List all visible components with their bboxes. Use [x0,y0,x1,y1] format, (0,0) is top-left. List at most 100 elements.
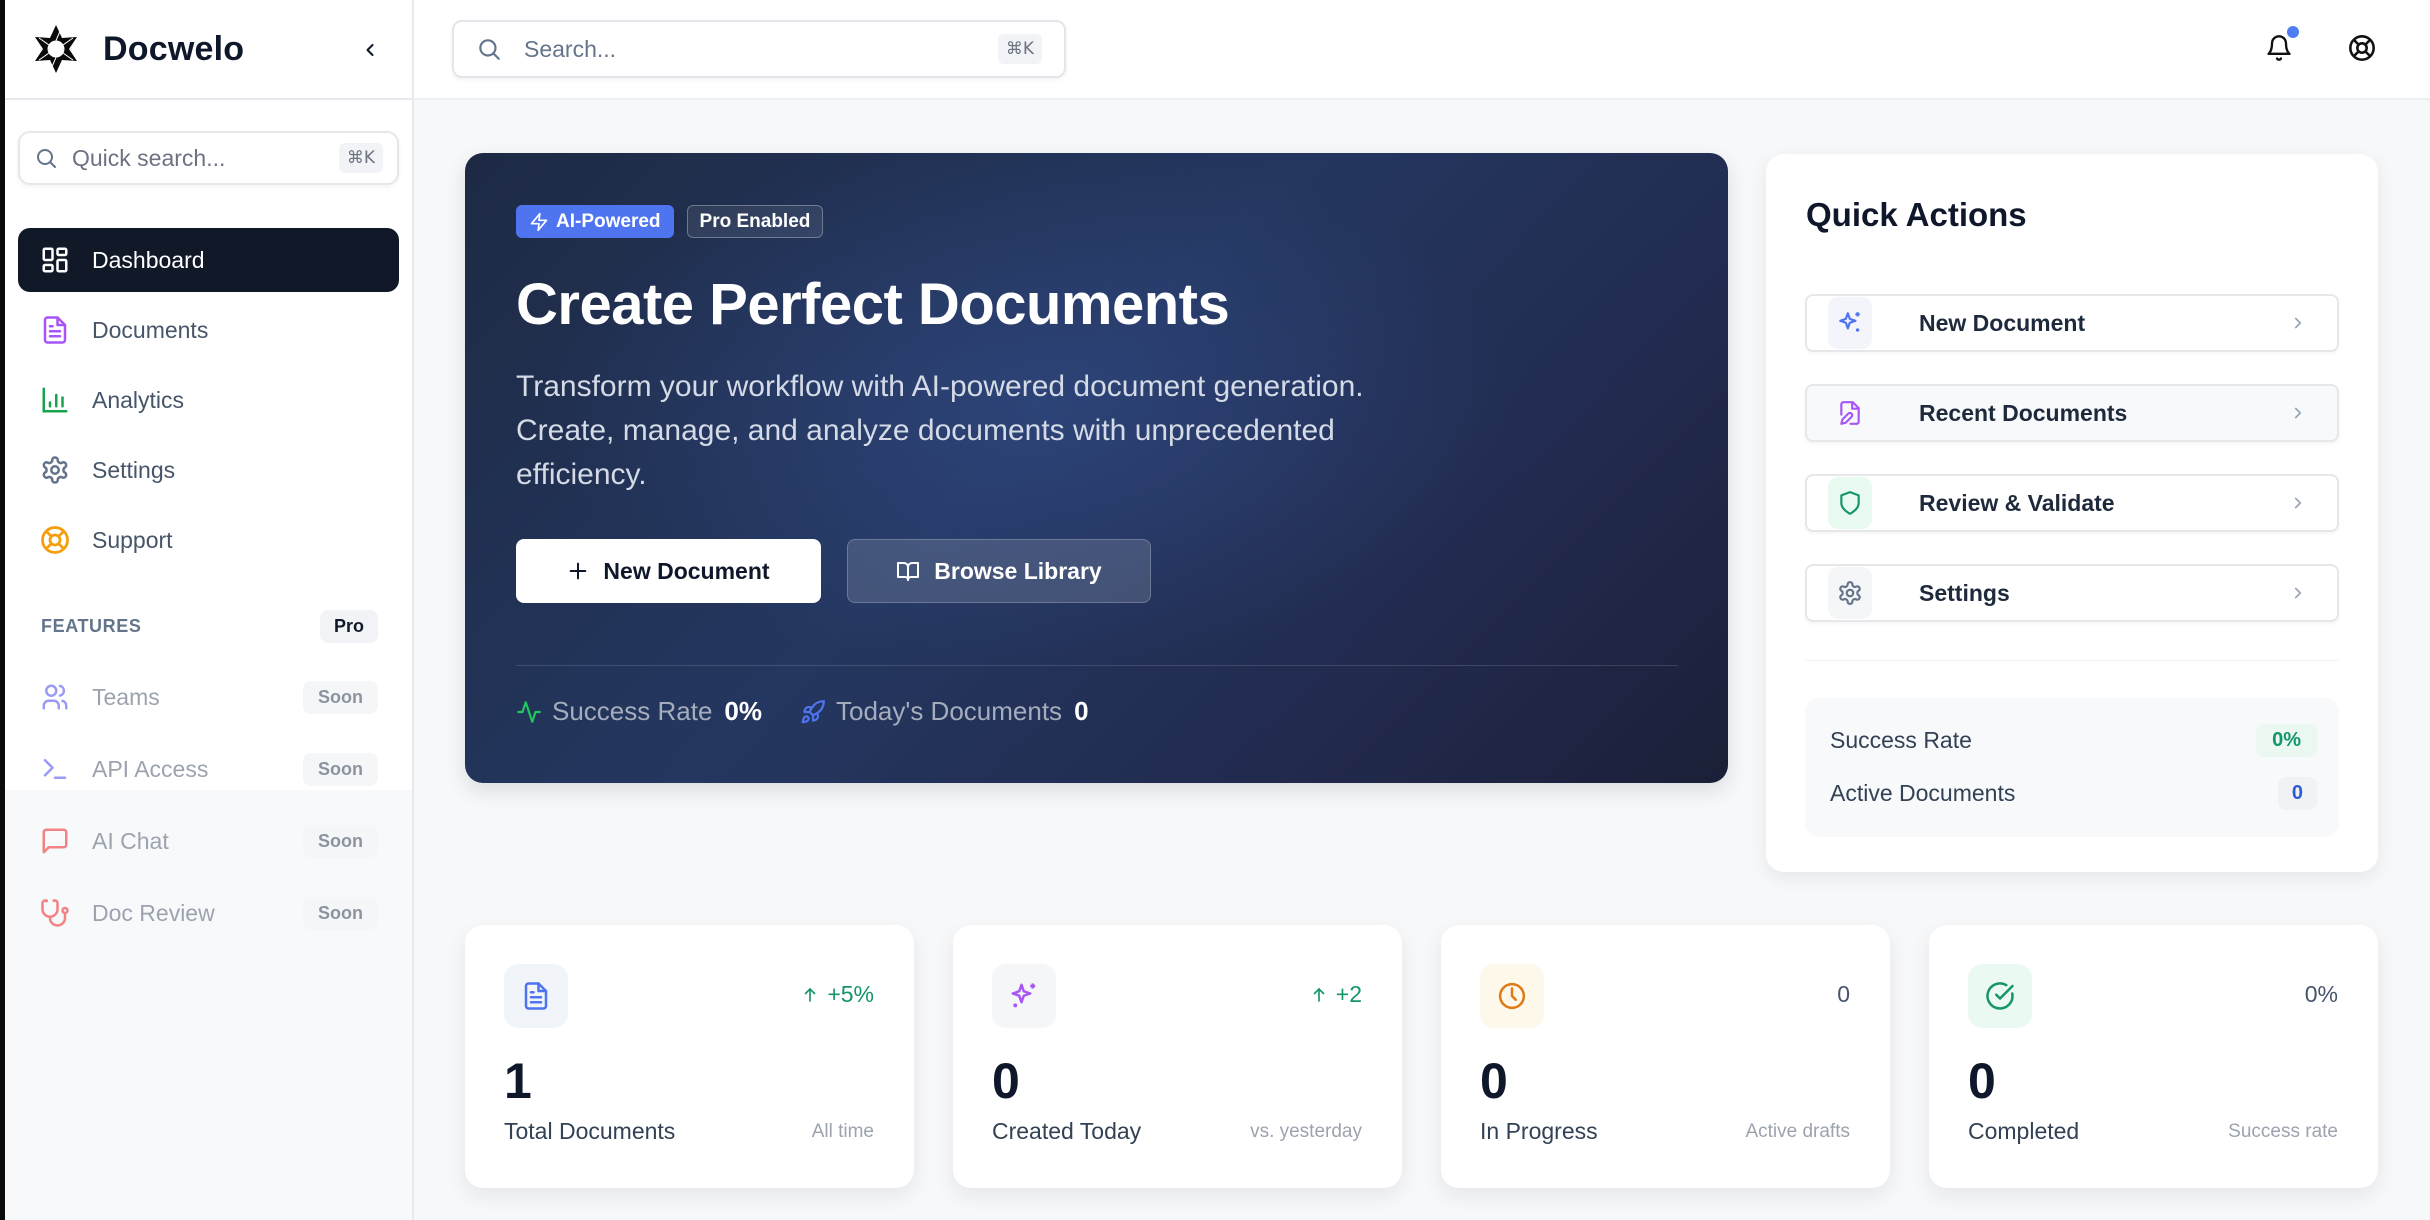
pro-enabled-badge: Pro Enabled [686,205,824,238]
new-document-button[interactable]: New Document [516,539,821,603]
global-search-placeholder: Search... [524,35,617,62]
chevron-right-icon [2289,314,2307,332]
soon-badge: Soon [303,824,378,858]
stat-value: 0 [1968,1053,1996,1109]
topbar: Search... ⌘K [414,0,2430,100]
hero-badges: AI-Powered Pro Enabled [516,205,824,238]
terminal-icon [38,752,72,786]
feature-item-doc-review: Doc Review Soon [18,877,399,949]
soon-badge: Soon [303,752,378,786]
stat-subtitle: All time [811,1121,874,1142]
stat-subtitle: Active drafts [1745,1121,1850,1142]
brand-name: Docwelo [103,29,245,68]
sidebar-nav: Dashboard Documents Analytics Settings S… [5,228,412,572]
quick-action-label: Recent Documents [1919,399,2128,426]
features-title: FEATURES [41,615,142,636]
quick-action-recent-documents[interactable]: Recent Documents [1805,384,2339,442]
quick-search-input[interactable]: Quick search... ⌘K [18,131,399,185]
feature-item-teams: Teams Soon [18,661,399,733]
qa-stat-label: Success Rate [1830,726,1972,753]
stat-label: In Progress [1480,1118,1598,1144]
hero-stat-success-rate: Success Rate 0% [516,696,762,727]
chevron-left-icon [366,43,374,57]
book-open-icon [896,559,920,583]
help-button[interactable] [2338,24,2386,72]
stat-subtitle: Success rate [2228,1121,2338,1142]
shield-icon [1828,477,1872,529]
soon-badge: Soon [303,680,378,714]
sparkles-icon [1828,297,1872,349]
stat-card-completed[interactable]: 0% 0 Completed Success rate [1929,925,2378,1188]
hero-title: Create Perfect Documents [516,272,1230,337]
stat-label: Completed [1968,1118,2080,1144]
document-icon [38,313,72,347]
notifications-button[interactable] [2255,24,2303,72]
ai-powered-badge: AI-Powered [516,205,674,238]
check-circle-icon [1968,964,2032,1028]
sidebar-item-analytics[interactable]: Analytics [18,368,399,432]
feature-label: Doc Review [92,899,215,926]
arrow-up-icon [1310,985,1328,1005]
quick-actions-panel: Quick Actions New Document Recent Docume… [1766,154,2378,872]
global-search-input[interactable]: Search... ⌘K [452,20,1066,78]
sidebar-item-support[interactable]: Support [18,508,399,572]
stat-subtitle: vs. yesterday [1250,1121,1362,1142]
docwelo-logo-icon[interactable] [29,22,83,76]
browse-library-button[interactable]: Browse Library [847,539,1151,603]
stat-value: 0 [992,1053,1020,1109]
feature-label: Teams [92,683,160,710]
gear-icon [38,453,72,487]
hero-stat-todays-documents: Today's Documents 0 [800,696,1089,727]
feature-item-ai-chat: AI Chat Soon [18,805,399,877]
collapse-sidebar-button[interactable] [350,30,390,70]
sidebar-item-documents[interactable]: Documents [18,298,399,362]
quick-action-new-document[interactable]: New Document [1805,294,2339,352]
bell-icon [2267,35,2291,61]
feature-label: AI Chat [92,827,169,854]
quick-actions-list: New Document Recent Documents Review & V… [1805,294,2339,654]
sparkles-icon [992,964,1056,1028]
quick-search-placeholder: Quick search... [72,144,226,171]
quick-actions-stats: Success Rate 0% Active Documents 0 [1805,698,2339,837]
quick-action-settings[interactable]: Settings [1805,564,2339,622]
stat-card-created-today[interactable]: +2 0 Created Today vs. yesterday [953,925,1402,1188]
clock-icon [1480,964,1544,1028]
quick-action-review-validate[interactable]: Review & Validate [1805,474,2339,532]
feature-item-api-access: API Access Soon [18,733,399,805]
features-list: Teams Soon API Access Soon AI Chat Soon … [5,661,412,949]
sidebar-header: Docwelo [5,0,412,100]
stat-card-in-progress[interactable]: 0 0 In Progress Active drafts [1441,925,1890,1188]
features-header: FEATURES Pro [18,608,399,644]
active-documents-pill: 0 [2277,776,2317,810]
stat-cards: +5% 1 Total Documents All time +2 0 Crea… [465,925,2378,1188]
quick-actions-divider [1805,660,2339,661]
stat-card-total-documents[interactable]: +5% 1 Total Documents All time [465,925,914,1188]
shortcut-hint: ⌘K [338,143,383,173]
sidebar-item-label: Analytics [92,386,185,413]
qa-stat-label: Active Documents [1830,779,2016,806]
pro-badge: Pro [319,609,378,643]
arrow-up-icon [801,985,819,1005]
stat-value: 0 [1480,1053,1508,1109]
stat-value: 1 [504,1053,532,1109]
quick-actions-title: Quick Actions [1806,196,2027,233]
chat-icon [38,824,72,858]
stat-label: Total Documents [504,1118,676,1144]
sidebar-item-label: Dashboard [92,246,205,273]
stethoscope-icon [38,896,72,930]
hero-stat-value: 0 [1074,696,1089,726]
life-buoy-icon [38,523,72,557]
sidebar-item-dashboard[interactable]: Dashboard [18,228,399,292]
shortcut-hint: ⌘K [997,34,1042,64]
file-text-icon [504,964,568,1028]
button-label: New Document [603,557,770,584]
qa-stat-success-rate: Success Rate 0% [1830,723,2317,757]
chevron-right-icon [2289,584,2307,602]
qa-stat-active-documents: Active Documents 0 [1830,776,2317,810]
stat-trend-value: 0% [2304,981,2338,1007]
gear-icon [1828,567,1872,619]
sidebar-item-settings[interactable]: Settings [18,438,399,502]
bar-chart-icon [38,383,72,417]
window-edge [0,0,5,1220]
plus-icon [567,560,589,582]
